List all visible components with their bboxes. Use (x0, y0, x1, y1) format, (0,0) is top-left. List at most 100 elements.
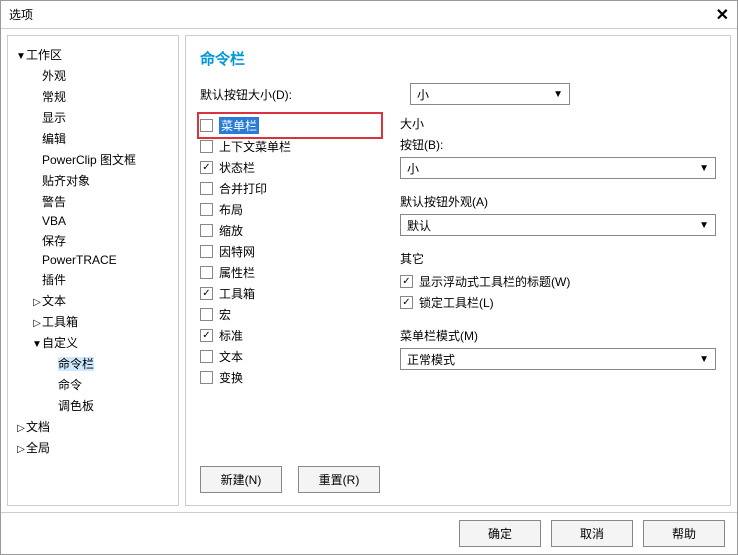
toolbar-checkbox-item[interactable]: 上下文菜单栏 (200, 136, 380, 157)
checkbox-label: 缩放 (219, 222, 243, 239)
panel-title: 命令栏 (200, 48, 716, 69)
tree-item[interactable]: 警告 (12, 191, 174, 212)
tree-item[interactable]: ▷全局 (12, 437, 174, 458)
tree-item[interactable]: 常规 (12, 86, 174, 107)
nav-tree[interactable]: ▼工作区外观常规显示编辑PowerClip 图文框贴齐对象警告VBA保存Powe… (7, 35, 179, 506)
checkbox-icon (200, 266, 213, 279)
tree-item[interactable]: 外观 (12, 65, 174, 86)
show-title-label: 显示浮动式工具栏的标题(W) (419, 273, 570, 290)
checkbox-icon (400, 275, 413, 288)
button-size-label: 按钮(B): (400, 136, 716, 153)
checkbox-icon (200, 245, 213, 258)
button-size-dropdown[interactable]: 小 ▼ (400, 157, 716, 179)
tree-item-label: 编辑 (42, 132, 66, 146)
checkbox-label: 合并打印 (219, 180, 267, 197)
size-group: 大小 按钮(B): 小 ▼ (400, 115, 716, 179)
tree-item-label: 插件 (42, 273, 66, 287)
tree-caret-icon: ▼ (32, 339, 42, 350)
show-title-checkbox[interactable]: 显示浮动式工具栏的标题(W) (400, 271, 716, 292)
toolbar-checkbox-item[interactable]: 宏 (200, 304, 380, 325)
checkbox-label: 因特网 (219, 243, 255, 260)
checkbox-icon (200, 161, 213, 174)
tree-item-label: VBA (42, 214, 66, 228)
tree-item-label: 命令 (58, 378, 82, 392)
tree-item-label: PowerTRACE (42, 253, 117, 267)
toolbar-checkbox-item[interactable]: 文本 (200, 346, 380, 367)
size-group-label: 大小 (400, 115, 716, 132)
tree-item[interactable]: PowerTRACE (12, 251, 174, 269)
tree-item-label: 保存 (42, 234, 66, 248)
toolbar-checklist: 菜单栏上下文菜单栏状态栏合并打印布局缩放因特网属性栏工具箱宏标准文本变换 (200, 115, 380, 454)
tree-item[interactable]: 保存 (12, 230, 174, 251)
help-button[interactable]: 帮助 (643, 520, 725, 547)
checkbox-icon (200, 350, 213, 363)
checkbox-label: 菜单栏 (219, 117, 259, 134)
mode-dropdown[interactable]: 正常模式 ▼ (400, 348, 716, 370)
tree-item[interactable]: ▷工具箱 (12, 311, 174, 332)
tree-item[interactable]: ▷文本 (12, 290, 174, 311)
tree-item[interactable]: ▷文档 (12, 416, 174, 437)
tree-item-label: 文档 (26, 420, 50, 434)
dialog-footer: 确定 取消 帮助 (1, 512, 737, 554)
tree-item-label: PowerClip 图文框 (42, 153, 136, 167)
tree-item-label: 外观 (42, 69, 66, 83)
properties-column: 大小 按钮(B): 小 ▼ 默认按钮外观(A) 默认 ▼ (400, 115, 716, 454)
toolbar-checkbox-item[interactable]: 缩放 (200, 220, 380, 241)
toolbar-checkbox-item[interactable]: 变换 (200, 367, 380, 388)
new-button[interactable]: 新建(N) (200, 466, 282, 493)
list-buttons: 新建(N) 重置(R) (200, 454, 716, 493)
lock-toolbar-label: 锁定工具栏(L) (419, 294, 494, 311)
tree-item[interactable]: VBA (12, 212, 174, 230)
appearance-dropdown[interactable]: 默认 ▼ (400, 214, 716, 236)
checkbox-icon (200, 287, 213, 300)
default-size-row: 默认按钮大小(D): 小 ▼ (200, 83, 716, 105)
toolbar-checkbox-item[interactable]: 属性栏 (200, 262, 380, 283)
chevron-down-icon: ▼ (699, 163, 709, 174)
toolbar-checkbox-item[interactable]: 标准 (200, 325, 380, 346)
toolbar-checkbox-item[interactable]: 状态栏 (200, 157, 380, 178)
checkbox-label: 工具箱 (219, 285, 255, 302)
tree-item[interactable]: PowerClip 图文框 (12, 149, 174, 170)
cancel-button[interactable]: 取消 (551, 520, 633, 547)
tree-item[interactable]: 贴齐对象 (12, 170, 174, 191)
tree-item-label: 工作区 (26, 48, 62, 62)
default-size-label: 默认按钮大小(D): (200, 86, 410, 103)
checkbox-icon (200, 371, 213, 384)
checkbox-label: 标准 (219, 327, 243, 344)
tree-item[interactable]: ▼工作区 (12, 44, 174, 65)
tree-item-label: 全局 (26, 441, 50, 455)
toolbar-checkbox-item[interactable]: 布局 (200, 199, 380, 220)
checkbox-icon (200, 182, 213, 195)
tree-item[interactable]: 编辑 (12, 128, 174, 149)
ok-button[interactable]: 确定 (459, 520, 541, 547)
mode-value: 正常模式 (407, 351, 455, 368)
toolbar-checkbox-item[interactable]: 工具箱 (200, 283, 380, 304)
checkbox-label: 状态栏 (219, 159, 255, 176)
toolbar-checkbox-item[interactable]: 因特网 (200, 241, 380, 262)
lock-toolbar-checkbox[interactable]: 锁定工具栏(L) (400, 292, 716, 313)
mode-group: 菜单栏模式(M) 正常模式 ▼ (400, 327, 716, 370)
chevron-down-icon: ▼ (553, 89, 563, 100)
toolbar-checkbox-item[interactable]: 合并打印 (200, 178, 380, 199)
options-dialog: 选项 ✕ ▼工作区外观常规显示编辑PowerClip 图文框贴齐对象警告VBA保… (0, 0, 738, 555)
tree-item[interactable]: 命令栏 (12, 353, 174, 374)
button-size-value: 小 (407, 160, 419, 177)
checkbox-icon (200, 329, 213, 342)
default-size-dropdown[interactable]: 小 ▼ (410, 83, 570, 105)
tree-caret-icon: ▷ (32, 318, 42, 329)
tree-caret-icon: ▷ (32, 297, 42, 308)
checkbox-label: 文本 (219, 348, 243, 365)
titlebar: 选项 ✕ (1, 1, 737, 29)
chevron-down-icon: ▼ (699, 220, 709, 231)
tree-item[interactable]: ▼自定义 (12, 332, 174, 353)
checkbox-label: 宏 (219, 306, 231, 323)
tree-item[interactable]: 调色板 (12, 395, 174, 416)
tree-item[interactable]: 命令 (12, 374, 174, 395)
toolbar-checkbox-item[interactable]: 菜单栏 (200, 115, 380, 136)
tree-item[interactable]: 显示 (12, 107, 174, 128)
close-icon[interactable]: ✕ (716, 5, 729, 25)
tree-item[interactable]: 插件 (12, 269, 174, 290)
reset-button[interactable]: 重置(R) (298, 466, 380, 493)
tree-item-label: 显示 (42, 111, 66, 125)
appearance-value: 默认 (407, 217, 431, 234)
